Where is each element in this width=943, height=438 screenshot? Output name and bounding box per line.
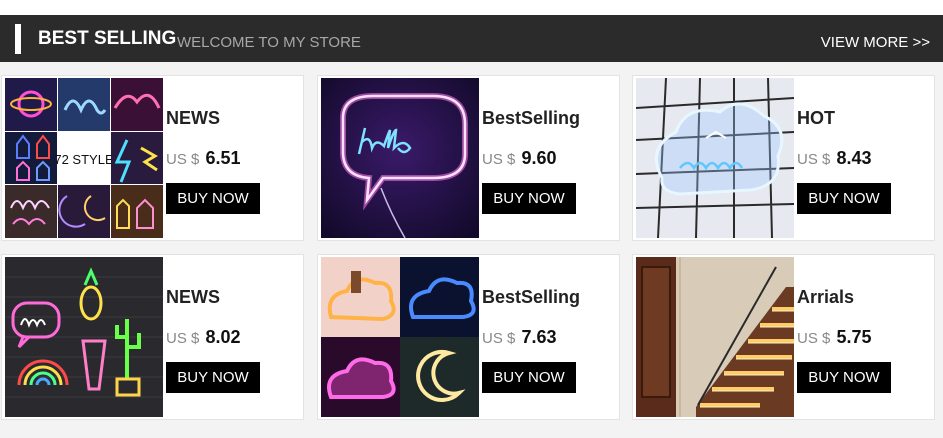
product-tag: Arrials (797, 287, 855, 307)
product-image[interactable] (636, 257, 794, 417)
price-value: 5.75 (836, 327, 872, 347)
price-value: 6.51 (205, 148, 241, 168)
product-image[interactable]: 72 STYLE (5, 78, 163, 238)
collage-style-text: 72 STYLE (54, 152, 114, 167)
top-strip (0, 0, 943, 15)
product-tag: BestSelling (482, 287, 581, 307)
price-value: 8.02 (205, 327, 241, 347)
product-tag: BestSelling (482, 108, 581, 128)
price-value: 7.63 (521, 327, 557, 347)
product-card[interactable]: HOT US $ 8.43 BUY NOW (632, 75, 935, 241)
product-image[interactable] (321, 78, 479, 238)
buy-now-button[interactable]: BUY NOW (482, 362, 576, 393)
buy-now-button[interactable]: BUY NOW (166, 362, 260, 393)
product-price: US $ 8.43 (797, 148, 872, 169)
currency-label: US $ (166, 330, 200, 347)
section-header: BEST SELLING WELCOME TO MY STORE VIEW MO… (0, 15, 943, 62)
price-value: 9.60 (521, 148, 557, 168)
currency-label: US $ (166, 151, 200, 168)
product-price: US $ 5.75 (797, 327, 872, 348)
product-card[interactable]: BestSelling US $ 9.60 BUY NOW (317, 75, 620, 241)
buy-now-button[interactable]: BUY NOW (166, 183, 260, 214)
product-image[interactable] (636, 78, 794, 238)
product-card[interactable]: BestSelling US $ 7.63 BUY NOW (317, 254, 620, 420)
product-tag: NEWS (166, 287, 220, 307)
price-value: 8.43 (836, 148, 872, 168)
view-more-link[interactable]: VIEW MORE >> (821, 34, 930, 51)
buy-now-button[interactable]: BUY NOW (797, 183, 891, 214)
product-tag: HOT (797, 108, 835, 128)
buy-now-button[interactable]: BUY NOW (482, 183, 576, 214)
product-card[interactable]: 72 STYLE NEWS US $ 6.51 BUY NOW (1, 75, 304, 241)
currency-label: US $ (797, 330, 831, 347)
product-price: US $ 8.02 (166, 327, 241, 348)
currency-label: US $ (797, 151, 831, 168)
currency-label: US $ (482, 330, 516, 347)
currency-label: US $ (482, 151, 516, 168)
product-card[interactable]: NEWS US $ 8.02 BUY NOW (1, 254, 304, 420)
product-card[interactable]: Arrials US $ 5.75 BUY NOW (632, 254, 935, 420)
product-image[interactable] (5, 257, 163, 417)
section-title: BEST SELLING (38, 28, 177, 49)
buy-now-button[interactable]: BUY NOW (797, 362, 891, 393)
product-tag: NEWS (166, 108, 220, 128)
product-price: US $ 7.63 (482, 327, 557, 348)
product-price: US $ 9.60 (482, 148, 557, 169)
header-accent-bar (15, 24, 21, 54)
product-price: US $ 6.51 (166, 148, 241, 169)
product-image[interactable] (321, 257, 479, 417)
section-subtitle: WELCOME TO MY STORE (177, 34, 361, 51)
